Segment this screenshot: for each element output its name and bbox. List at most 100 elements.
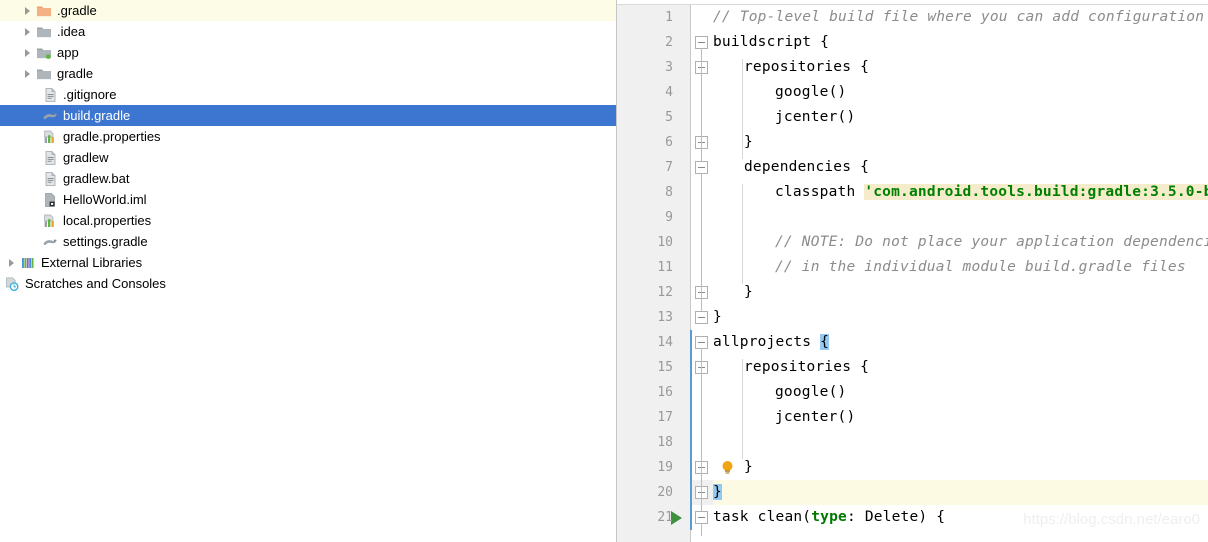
tree-item-gradlew-bat[interactable]: gradlew.bat xyxy=(0,168,616,189)
editor-line[interactable]: 5 jcenter() xyxy=(617,105,1208,130)
expand-arrow-icon[interactable] xyxy=(20,63,36,84)
properties-file-icon xyxy=(42,213,58,229)
code-text[interactable]: classpath 'com.android.tools.build:gradl… xyxy=(775,180,1208,205)
line-number[interactable]: 2 xyxy=(617,30,673,55)
code-text[interactable]: // NOTE: Do not place your application d… xyxy=(775,230,1208,255)
code-token: allprojects xyxy=(713,334,821,350)
editor-line[interactable]: 12} xyxy=(617,280,1208,305)
code-text[interactable]: } xyxy=(713,480,722,505)
editor-line[interactable]: 9 xyxy=(617,205,1208,230)
line-number[interactable]: 17 xyxy=(617,405,673,430)
line-number[interactable]: 8 xyxy=(617,180,673,205)
code-comment: // in the individual module build.gradle… xyxy=(775,259,1186,275)
line-number[interactable]: 20 xyxy=(617,480,673,505)
line-number[interactable]: 16 xyxy=(617,380,673,405)
line-number[interactable]: 14 xyxy=(617,330,673,355)
code-text[interactable]: google() xyxy=(775,80,846,105)
tree-item-label: .gitignore xyxy=(63,87,117,102)
code-token: dependencies { xyxy=(744,159,870,175)
code-token: jcenter() xyxy=(775,409,856,425)
editor-line[interactable]: 15 repositories { xyxy=(617,355,1208,380)
tree-item-label: HelloWorld.iml xyxy=(63,192,147,207)
editor-line[interactable]: 4 google() xyxy=(617,80,1208,105)
editor-line[interactable]: 17 jcenter() xyxy=(617,405,1208,430)
code-text[interactable]: task clean(type: Delete) { xyxy=(713,505,945,530)
editor-line[interactable]: 7 dependencies { xyxy=(617,155,1208,180)
expand-arrow-icon[interactable] xyxy=(20,0,36,21)
editor-line[interactable]: 20} xyxy=(617,480,1208,505)
line-number[interactable]: 13 xyxy=(617,305,673,330)
editor-line[interactable]: 16 google() xyxy=(617,380,1208,405)
editor-line[interactable]: 14 allprojects { xyxy=(617,330,1208,355)
line-number[interactable]: 19 xyxy=(617,455,673,480)
scratches-icon xyxy=(4,276,20,292)
line-number[interactable]: 12 xyxy=(617,280,673,305)
line-number[interactable]: 7 xyxy=(617,155,673,180)
tree-item-local-properties[interactable]: local.properties xyxy=(0,210,616,231)
text-file-icon xyxy=(42,171,58,187)
editor-line[interactable]: 10 // NOTE: Do not place your application… xyxy=(617,230,1208,255)
code-token: jcenter() xyxy=(775,109,856,125)
code-text[interactable]: jcenter() xyxy=(775,405,855,430)
tree-item-gitignore[interactable]: .gitignore xyxy=(0,84,616,105)
code-text[interactable]: allprojects { xyxy=(713,330,830,355)
ide-window: .gradle .idea app gradle .gitignore build.gra… xyxy=(0,0,1208,542)
editor-line[interactable]: 6} xyxy=(617,130,1208,155)
tree-item-helloworld-iml[interactable]: HelloWorld.iml xyxy=(0,189,616,210)
line-number[interactable]: 5 xyxy=(617,105,673,130)
line-number[interactable]: 1 xyxy=(617,5,673,30)
line-number[interactable]: 3 xyxy=(617,55,673,80)
code-text[interactable]: google() xyxy=(775,380,846,405)
code-text[interactable]: } xyxy=(713,305,722,330)
line-number[interactable]: 15 xyxy=(617,355,673,380)
line-number[interactable]: 21 xyxy=(617,505,673,530)
code-token: google() xyxy=(775,84,847,100)
iml-file-icon xyxy=(42,192,58,208)
tree-item-scratches-and-consoles[interactable]: Scratches and Consoles xyxy=(0,273,616,294)
code-text[interactable]: buildscript { xyxy=(713,30,829,55)
code-text[interactable]: } xyxy=(744,455,753,480)
line-number[interactable]: 6 xyxy=(617,130,673,155)
code-text[interactable]: // in the individual module build.gradle… xyxy=(775,255,1186,280)
code-text[interactable]: } xyxy=(744,280,753,305)
tree-item-gradle[interactable]: .gradle xyxy=(0,0,616,21)
tree-item-idea[interactable]: .idea xyxy=(0,21,616,42)
tree-item-gradlew[interactable]: gradlew xyxy=(0,147,616,168)
editor-line[interactable]: 2 buildscript { xyxy=(617,30,1208,55)
text-file-icon xyxy=(42,87,58,103)
editor-line[interactable]: 11 // in the individual module build.grad… xyxy=(617,255,1208,280)
line-number[interactable]: 9 xyxy=(617,205,673,230)
editor-line[interactable]: 13} xyxy=(617,305,1208,330)
tree-item-settings-gradle[interactable]: settings.gradle xyxy=(0,231,616,252)
line-number[interactable]: 11 xyxy=(617,255,673,280)
editor-line[interactable]: 21 task clean(type: Delete) { xyxy=(617,505,1208,530)
line-number[interactable]: 10 xyxy=(617,230,673,255)
line-number[interactable]: 18 xyxy=(617,430,673,455)
code-text[interactable]: // Top-level build file where you can ad… xyxy=(713,5,1208,30)
editor-line[interactable]: 3 repositories { xyxy=(617,55,1208,80)
build-gradle-editor[interactable]: 1 // Top-level build file where you can a… xyxy=(617,0,1208,542)
project-file-tree[interactable]: .gradle .idea app gradle .gitignore build.gra… xyxy=(0,0,616,294)
code-text[interactable]: dependencies { xyxy=(744,155,869,180)
line-number[interactable]: 4 xyxy=(617,80,673,105)
code-text[interactable]: repositories { xyxy=(744,355,869,380)
editor-line[interactable]: 1 // Top-level build file where you can a… xyxy=(617,5,1208,30)
code-token: } xyxy=(713,484,722,500)
code-text[interactable]: } xyxy=(744,130,753,155)
code-text[interactable]: jcenter() xyxy=(775,105,855,130)
expand-arrow-icon[interactable] xyxy=(4,252,20,273)
tree-item-gradle-properties[interactable]: gradle.properties xyxy=(0,126,616,147)
editor-line[interactable]: 8 classpath 'com.android.tools.build:grad… xyxy=(617,180,1208,205)
tree-item-gradle[interactable]: gradle xyxy=(0,63,616,84)
code-text[interactable]: repositories { xyxy=(744,55,869,80)
code-token: classpath xyxy=(775,184,865,200)
project-tool-window[interactable]: .gradle .idea app gradle .gitignore build.gra… xyxy=(0,0,617,542)
editor-top-strip xyxy=(617,0,1208,5)
editor-line[interactable]: 19} xyxy=(617,455,1208,480)
editor-line[interactable]: 18 xyxy=(617,430,1208,455)
tree-item-external-libraries[interactable]: External Libraries xyxy=(0,252,616,273)
tree-item-app[interactable]: app xyxy=(0,42,616,63)
expand-arrow-icon[interactable] xyxy=(20,42,36,63)
expand-arrow-icon[interactable] xyxy=(20,21,36,42)
tree-item-build-gradle[interactable]: build.gradle xyxy=(0,105,616,126)
